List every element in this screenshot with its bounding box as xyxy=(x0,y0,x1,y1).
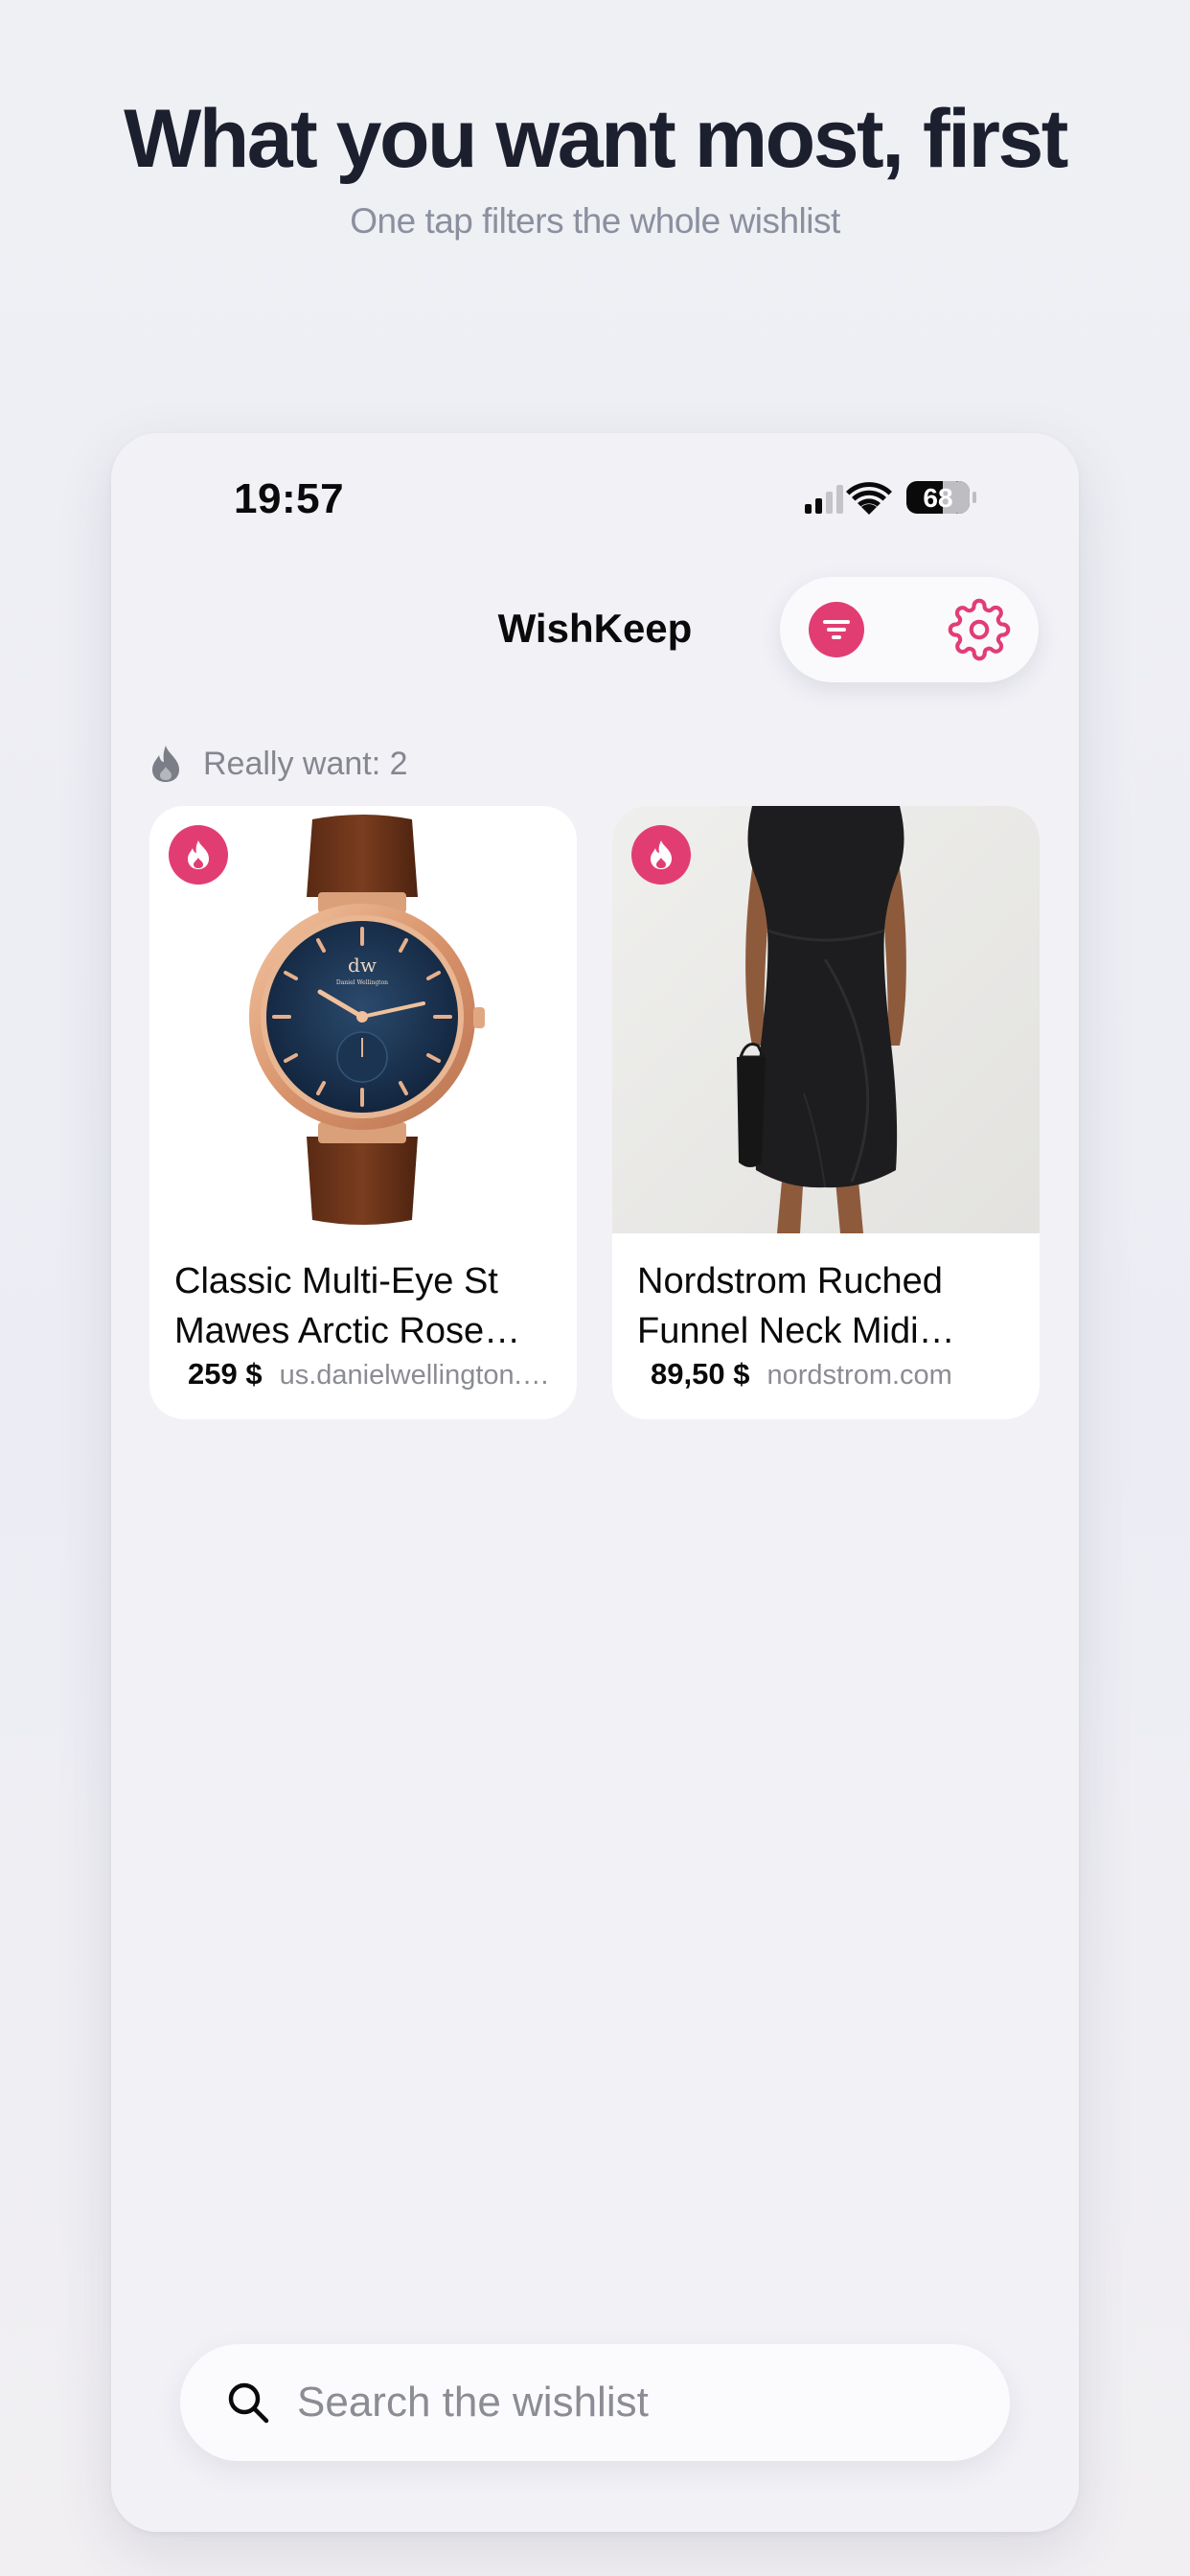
nav-actions xyxy=(780,577,1039,682)
really-want-badge xyxy=(169,825,228,885)
item-title: Nordstrom Ruched Funnel Neck Midi Dress xyxy=(637,1261,943,1351)
item-domain: us.danielwellington.com xyxy=(279,1360,558,1391)
svg-text:Daniel Wellington: Daniel Wellington xyxy=(336,979,388,986)
battery-level: 68 xyxy=(923,483,953,513)
item-price: 259 $ xyxy=(188,1357,263,1391)
search-icon xyxy=(228,2382,269,2424)
item-title: Classic Multi-Eye St Mawes Arctic Rose G… xyxy=(174,1261,498,1351)
svg-text:dw: dw xyxy=(348,954,377,977)
search-bar[interactable] xyxy=(180,2344,1010,2461)
flame-icon xyxy=(152,746,179,782)
status-time: 19:57 xyxy=(234,475,345,522)
wishlist-item-card[interactable]: dw Daniel Wellington Classic Multi-Eye S… xyxy=(149,806,577,1419)
search-input[interactable] xyxy=(295,2378,950,2427)
settings-button[interactable] xyxy=(948,598,1011,661)
wishlist-item-card[interactable]: Nordstrom Ruched Funnel Neck Midi Dress … xyxy=(612,806,1040,1419)
filter-icon xyxy=(823,620,850,639)
filter-button[interactable] xyxy=(809,602,864,657)
item-price: 89,50 $ xyxy=(651,1357,750,1391)
item-meta: 89,50 $ nordstrom.com xyxy=(651,1357,1020,1392)
item-domain: nordstrom.com xyxy=(767,1360,952,1391)
gear-icon xyxy=(948,598,1011,661)
cellular-signal-icon xyxy=(805,485,843,514)
flame-icon xyxy=(188,840,209,869)
really-want-badge xyxy=(631,825,691,885)
subheadline: One tap filters the whole wishlist xyxy=(350,201,840,241)
phone-screen: 19:57 68 WishKeep Really want: 2 dw Dani… xyxy=(111,433,1079,2532)
wifi-icon xyxy=(846,482,892,515)
really-want-count: Really want: 2 xyxy=(149,740,408,788)
headline: What you want most, first xyxy=(124,93,1068,185)
item-meta: 259 $ us.danielwellington.com xyxy=(188,1357,558,1392)
flame-icon xyxy=(651,840,672,869)
really-want-label: Really want: 2 xyxy=(203,745,408,782)
